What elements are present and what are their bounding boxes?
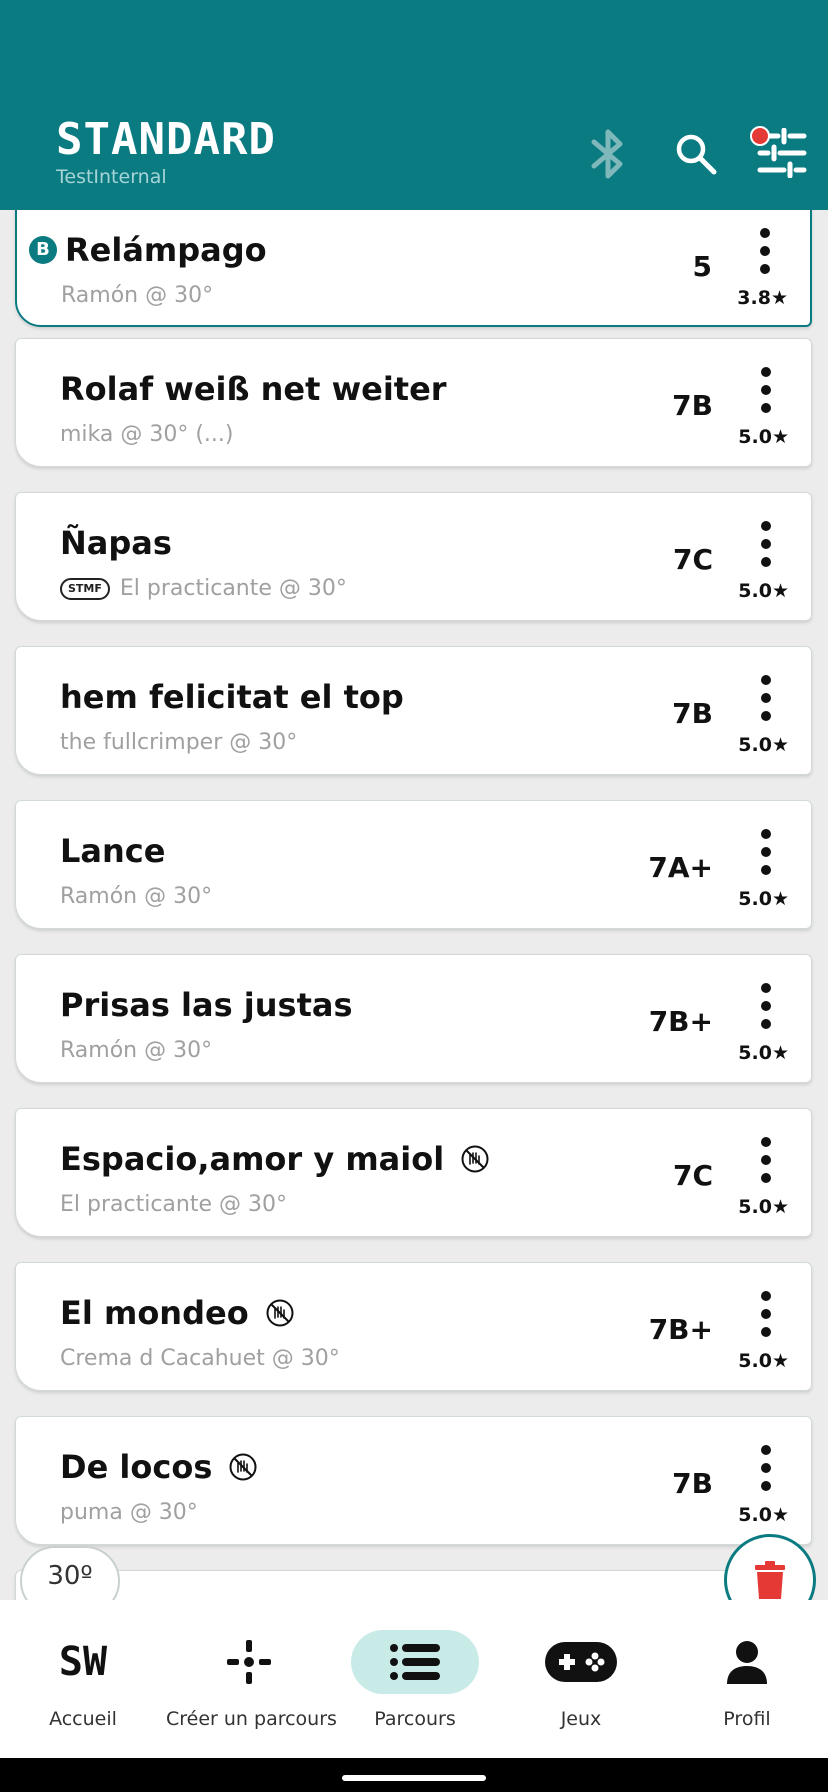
more-options-icon[interactable]: [758, 228, 772, 274]
route-card[interactable]: Espacio,amor y maiol El practicante @ 30…: [15, 1108, 812, 1237]
app-header: STANDARD TestInternal: [0, 0, 828, 210]
route-list[interactable]: B Relámpago Ramón @ 30° 5 3.8★ Rolaf wei…: [0, 210, 828, 1600]
more-options-icon[interactable]: [759, 983, 773, 1029]
route-name: El mondeo: [60, 1294, 249, 1332]
route-name: Espacio,amor y maiol: [60, 1140, 445, 1178]
route-rating: 5.0★: [738, 734, 789, 756]
route-title: De locos: [60, 1447, 258, 1487]
route-title: El mondeo: [60, 1293, 295, 1333]
route-setter: El practicante @ 30°: [119, 576, 347, 601]
route-card[interactable]: De locos puma @ 30° 7B 5.0★: [15, 1416, 812, 1545]
route-grade: 7B+: [648, 1313, 713, 1346]
trash-icon: [755, 1561, 785, 1599]
nav-item-profil[interactable]: Profil: [664, 1600, 828, 1758]
route-rating: 3.8★: [737, 287, 788, 309]
bottom-navigation: SW Accueil Créer un parcours Parcours Je…: [0, 1600, 828, 1758]
route-card[interactable]: Prisas las justas Ramón @ 30° 7B+ 5.0★: [15, 954, 812, 1083]
route-title: Espacio,amor y maiol: [60, 1139, 490, 1179]
route-name: Prisas las justas: [60, 986, 353, 1024]
move-cross-icon: [227, 1640, 271, 1684]
route-name: Lance: [60, 832, 166, 870]
route-card[interactable]: Lance Ramón @ 30° 7A+ 5.0★: [15, 800, 812, 929]
route-name: Ñapas: [60, 524, 172, 562]
more-options-icon[interactable]: [759, 367, 773, 413]
app-subtitle: TestInternal: [56, 166, 167, 188]
route-setter-row: STMF El practicante @ 30°: [60, 575, 347, 603]
route-rating: 5.0★: [738, 888, 789, 910]
app-title: STANDARD: [56, 114, 276, 165]
route-rating: 5.0★: [738, 1350, 789, 1372]
route-setter: puma @ 30°: [60, 1500, 198, 1525]
route-card[interactable]: Ñapas STMF El practicante @ 30° 7C 5.0★: [15, 492, 812, 621]
more-options-icon[interactable]: [759, 829, 773, 875]
list-icon: [390, 1644, 440, 1680]
route-grade: 7C: [672, 543, 713, 576]
route-grade: 7B: [672, 389, 713, 422]
route-setter: the fullcrimper @ 30°: [60, 730, 298, 755]
route-card[interactable]: hem felicitat el top the fullcrimper @ 3…: [15, 646, 812, 775]
nav-item-creer-parcours[interactable]: Créer un parcours: [166, 1600, 337, 1758]
route-setter: Ramón @ 30°: [60, 1038, 213, 1063]
more-options-icon[interactable]: [759, 521, 773, 567]
route-name: De locos: [60, 1448, 213, 1486]
route-title: B Relámpago: [29, 230, 267, 270]
nav-label: Accueil: [49, 1708, 117, 1730]
route-setter: Ramón @ 30°: [61, 283, 214, 308]
no-hands-icon: [266, 1299, 294, 1327]
more-options-icon[interactable]: [759, 675, 773, 721]
stmf-badge: STMF: [60, 578, 110, 600]
search-icon[interactable]: [674, 132, 718, 176]
notification-dot: [750, 126, 770, 146]
nav-item-parcours[interactable]: Parcours: [332, 1600, 498, 1758]
route-rating: 5.0★: [738, 426, 789, 448]
route-setter: Ramón @ 30°: [60, 884, 213, 909]
route-card[interactable]: [15, 1570, 812, 1600]
route-grade: 5: [692, 250, 712, 283]
gamepad-icon: [545, 1642, 617, 1682]
no-hands-icon: [229, 1453, 257, 1481]
route-grade: 7B: [672, 1467, 713, 1500]
more-options-icon[interactable]: [759, 1445, 773, 1491]
nav-item-jeux[interactable]: Jeux: [498, 1600, 664, 1758]
route-grade: 7A+: [648, 851, 713, 884]
person-icon: [727, 1641, 767, 1684]
route-grade: 7B+: [648, 1005, 713, 1038]
nav-item-accueil[interactable]: SW Accueil: [0, 1600, 166, 1758]
nav-label: Parcours: [374, 1708, 456, 1730]
route-setter: El practicante @ 30°: [60, 1192, 287, 1217]
route-card[interactable]: B Relámpago Ramón @ 30° 5 3.8★: [15, 210, 812, 327]
route-card[interactable]: El mondeo Crema d Cacahuet @ 30° 7B+ 5.0…: [15, 1262, 812, 1391]
home-indicator[interactable]: [342, 1775, 486, 1781]
route-name: Relámpago: [65, 231, 267, 269]
no-hands-icon: [461, 1145, 489, 1173]
route-rating: 5.0★: [738, 1042, 789, 1064]
b-badge: B: [29, 236, 57, 264]
sw-logo: SW: [58, 1639, 108, 1685]
bluetooth-icon[interactable]: [588, 126, 628, 182]
route-rating: 5.0★: [738, 580, 789, 602]
sw-logo-icon: SW: [19, 1630, 147, 1694]
more-options-icon[interactable]: [759, 1291, 773, 1337]
nav-label: Créer un parcours: [166, 1708, 337, 1730]
route-rating: 5.0★: [738, 1196, 789, 1218]
route-grade: 7C: [672, 1159, 713, 1192]
more-options-icon[interactable]: [759, 1137, 773, 1183]
system-navigation-bar: [0, 1758, 828, 1792]
route-setter: mika @ 30° (...): [60, 422, 234, 447]
route-setter: Crema d Cacahuet @ 30°: [60, 1346, 340, 1371]
nav-label: Profil: [723, 1708, 771, 1730]
route-grade: 7B: [672, 697, 713, 730]
route-rating: 5.0★: [738, 1504, 789, 1526]
route-name: Rolaf weiß net weiter: [60, 370, 447, 408]
route-card[interactable]: Rolaf weiß net weiter mika @ 30° (...) 7…: [15, 338, 812, 467]
route-name: hem felicitat el top: [60, 678, 404, 716]
nav-label: Jeux: [560, 1708, 602, 1730]
